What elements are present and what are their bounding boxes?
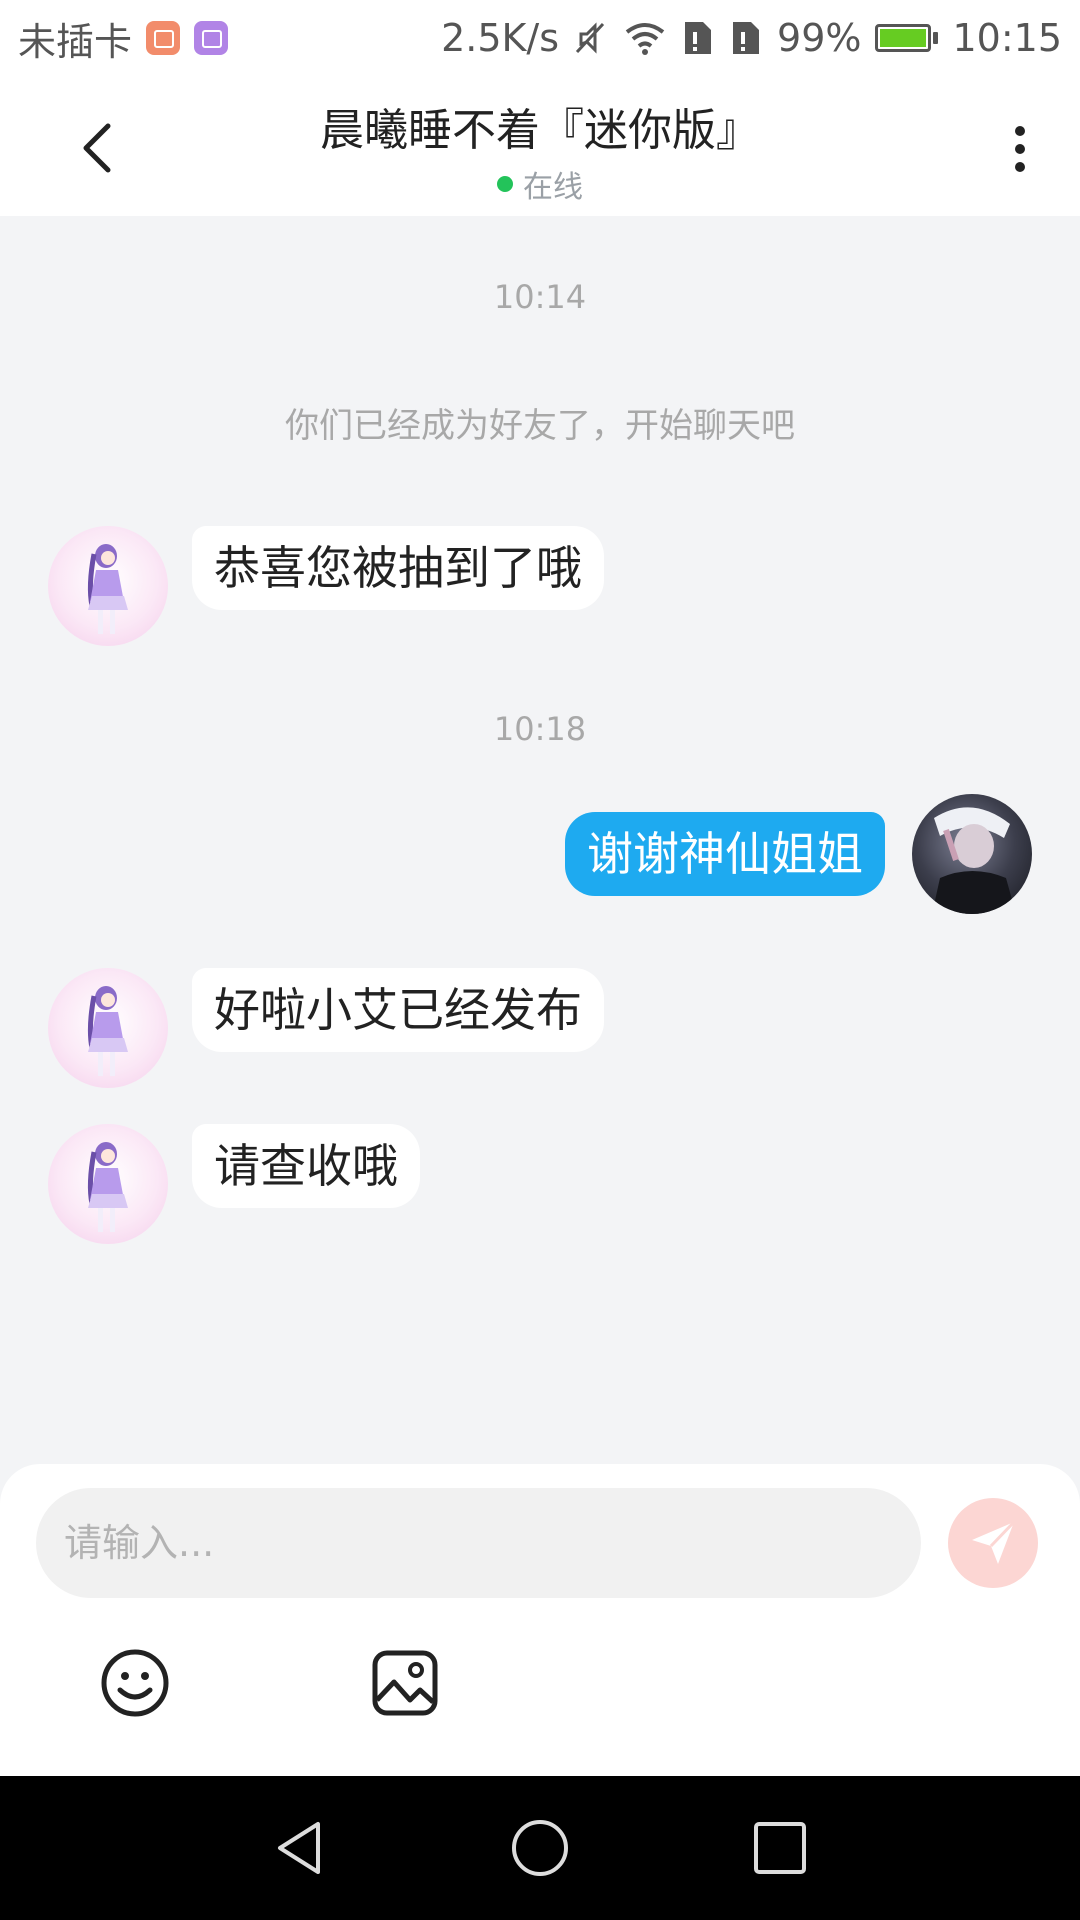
composer-panel [0,1464,1080,1776]
image-icon [372,1650,438,1716]
nav-back-button[interactable] [270,1818,330,1878]
online-status: 在线 [200,162,880,206]
battery-percent: 99% [777,16,862,60]
wifi-icon [625,23,665,55]
message-timestamp: 10:14 [493,278,587,316]
more-dots-icon [1015,126,1025,136]
message-input[interactable] [36,1488,921,1598]
image-picker-button[interactable] [370,1648,440,1718]
nav-recents-button[interactable] [750,1818,810,1878]
chat-header: 晨曦睡不着『迷你版』 在线 [0,76,1080,216]
emoji-button[interactable] [100,1648,170,1718]
more-options-button[interactable] [990,114,1050,184]
more-dots-icon [1015,144,1025,154]
anime-girl-avatar-icon [87,544,128,634]
page-title: 晨曦睡不着『迷你版』 [320,105,760,156]
smiley-face-icon [101,1649,169,1717]
status-bar: 未插卡 2.5K/s 99% 10:15 [0,0,1080,76]
user-portrait-avatar-icon [932,807,1016,914]
network-speed: 2.5K/s [441,16,560,60]
sim-icon [685,22,712,54]
square-recents-icon [754,1822,806,1874]
my-avatar[interactable] [912,794,1032,914]
online-status-label: 在线 [523,170,583,205]
message-bubble[interactable]: 好啦小艾已经发布 [192,968,604,1052]
back-button[interactable] [70,118,130,178]
contact-avatar[interactable] [48,968,168,1088]
carrier-label: 未插卡 [18,19,133,64]
system-message: 你们已经成为好友了，开始聊天吧 [285,406,795,446]
mute-icon [575,22,605,54]
message-bubble[interactable]: 恭喜您被抽到了哦 [192,526,604,610]
battery-charging-icon [875,24,939,52]
message-bubble[interactable]: 谢谢神仙姐姐 [565,812,885,896]
battery-fill [880,29,927,47]
contact-avatar[interactable] [48,1124,168,1244]
circle-home-icon [512,1820,568,1876]
triangle-back-icon [278,1822,320,1874]
anime-girl-avatar-icon [87,986,128,1076]
nav-home-button[interactable] [510,1818,570,1878]
send-button[interactable] [948,1498,1038,1588]
sim-icon [733,22,760,54]
system-navigation-bar [0,1776,1080,1920]
contact-avatar[interactable] [48,526,168,646]
mail-app-icon [146,21,181,55]
online-dot-icon [497,176,513,192]
gallery-app-icon [194,21,229,55]
clock: 10:15 [952,16,1062,60]
anime-girl-avatar-icon [87,1142,128,1232]
chevron-left-icon [83,123,111,173]
message-timestamp: 10:18 [493,710,587,748]
title-block: 晨曦睡不着『迷你版』 在线 [200,94,880,206]
more-dots-icon [1015,162,1025,172]
message-list[interactable]: 10:14 你们已经成为好友了，开始聊天吧 恭喜您被抽到了哦 10:18 谢谢神… [0,216,1080,1466]
message-bubble[interactable]: 请查收哦 [192,1124,420,1208]
paper-plane-icon [972,1520,1016,1564]
